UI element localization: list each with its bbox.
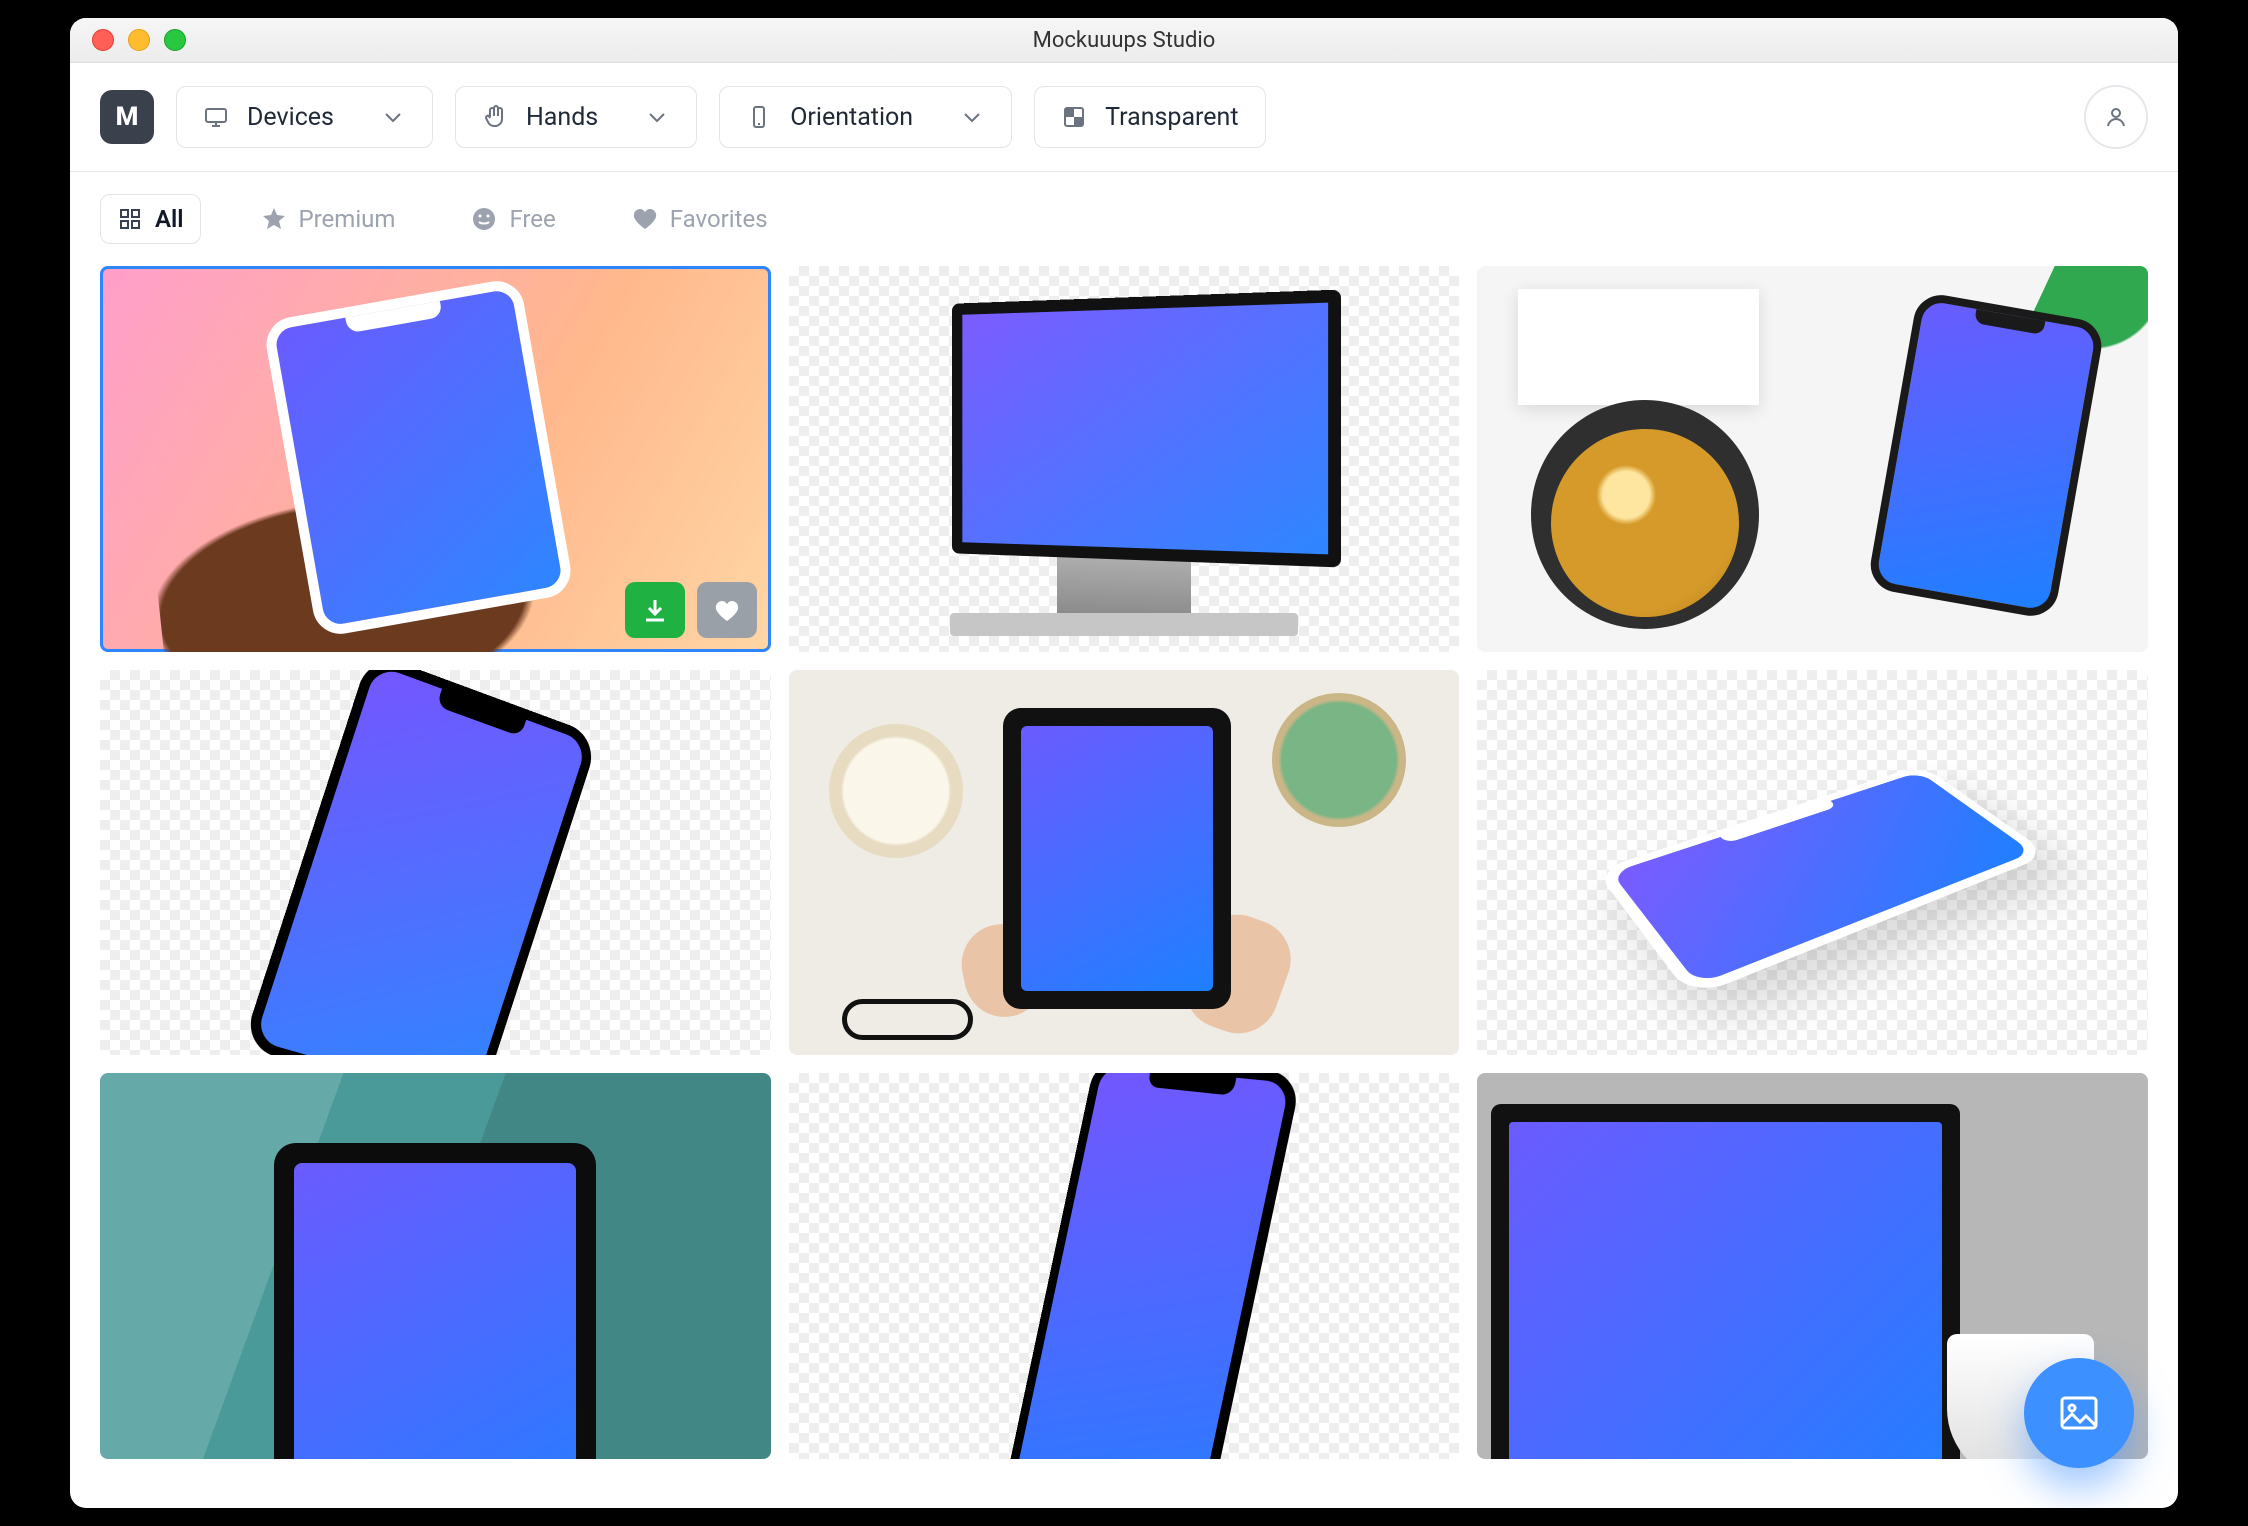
filter-all-label: All: [155, 205, 184, 233]
mockup-card[interactable]: [100, 670, 771, 1056]
upload-image-fab[interactable]: [2024, 1358, 2134, 1468]
close-window-button[interactable]: [92, 29, 114, 51]
filter-free[interactable]: Free: [455, 195, 571, 243]
chevron-down-icon: [644, 104, 670, 130]
toolbar: M Devices Hands Orientation Transparent: [70, 63, 2178, 172]
smile-icon: [471, 206, 497, 232]
filter-premium[interactable]: Premium: [245, 195, 412, 243]
app-logo-letter: M: [116, 102, 139, 132]
filter-premium-label: Premium: [299, 205, 396, 233]
app-logo[interactable]: M: [100, 90, 154, 144]
heart-icon: [713, 596, 741, 624]
favorite-button[interactable]: [697, 582, 757, 638]
titlebar: Mockuuups Studio: [70, 18, 2178, 63]
mockup-card[interactable]: [100, 266, 771, 652]
grid-icon: [117, 206, 143, 232]
card-actions: [625, 582, 757, 638]
mockup-card[interactable]: [100, 1073, 771, 1459]
orientation-dropdown[interactable]: Orientation: [719, 86, 1012, 148]
mockup-card[interactable]: [789, 266, 1460, 652]
window-title: Mockuuups Studio: [70, 28, 2178, 53]
image-icon: [2057, 1391, 2101, 1435]
transparent-label: Transparent: [1105, 103, 1238, 132]
heart-icon: [632, 206, 658, 232]
monitor-icon: [203, 104, 229, 130]
download-button[interactable]: [625, 582, 685, 638]
window-controls: [92, 29, 186, 51]
app-window: Mockuuups Studio M Devices Hands Orienta…: [70, 18, 2178, 1508]
filter-free-label: Free: [509, 205, 555, 233]
mockup-card[interactable]: [1477, 670, 2148, 1056]
mockup-card[interactable]: [1477, 266, 2148, 652]
filter-favorites[interactable]: Favorites: [616, 195, 784, 243]
filter-favorites-label: Favorites: [670, 205, 768, 233]
user-icon: [2103, 104, 2129, 130]
star-icon: [261, 206, 287, 232]
account-button[interactable]: [2084, 85, 2148, 149]
filter-all[interactable]: All: [100, 194, 201, 244]
mockup-gallery: [70, 266, 2178, 1459]
hands-label: Hands: [526, 103, 598, 132]
devices-dropdown[interactable]: Devices: [176, 86, 433, 148]
mockup-card[interactable]: [789, 670, 1460, 1056]
hand-icon: [482, 104, 508, 130]
fullscreen-window-button[interactable]: [164, 29, 186, 51]
hands-dropdown[interactable]: Hands: [455, 86, 697, 148]
transparent-filter[interactable]: Transparent: [1034, 86, 1265, 148]
minimize-window-button[interactable]: [128, 29, 150, 51]
chevron-down-icon: [380, 104, 406, 130]
filter-tabs: All Premium Free Favorites: [70, 172, 2178, 266]
transparency-icon: [1061, 104, 1087, 130]
phone-icon: [746, 104, 772, 130]
chevron-down-icon: [959, 104, 985, 130]
orientation-label: Orientation: [790, 103, 913, 132]
mockup-card[interactable]: [789, 1073, 1460, 1459]
devices-label: Devices: [247, 103, 334, 132]
download-icon: [641, 596, 669, 624]
